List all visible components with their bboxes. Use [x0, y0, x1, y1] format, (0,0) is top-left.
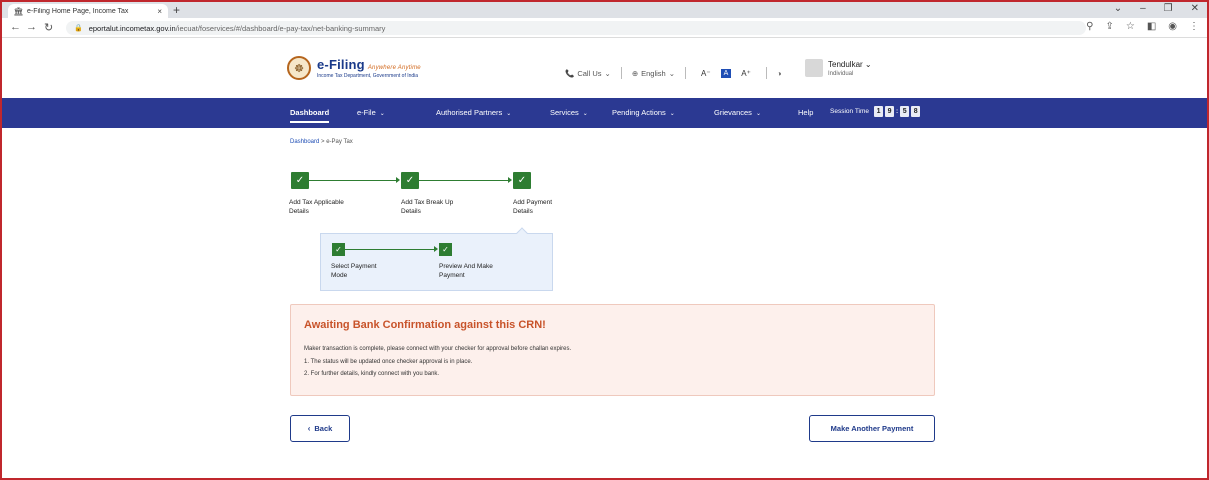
chevron-down-icon: ⌄	[668, 68, 676, 78]
url-host: eportalut.incometax.gov.in	[88, 23, 176, 33]
chevron-down-icon: ⌄	[755, 111, 761, 117]
arrow-icon	[396, 177, 400, 183]
chevron-down-icon: ⌄	[379, 111, 385, 117]
chevron-down-icon: ⌄	[506, 111, 512, 117]
back-button[interactable]: ‹ Back	[290, 415, 350, 442]
substep-label: Preview And Make Payment	[439, 263, 493, 279]
alert-point: 1. The status will be updated once check…	[304, 359, 473, 365]
nav-services[interactable]: Services ⌄	[550, 108, 588, 117]
alert-title: Awaiting Bank Confirmation against this …	[304, 319, 546, 331]
call-us-button[interactable]: 📞 Call Us ⌄	[565, 69, 611, 78]
session-digit: 8	[911, 106, 921, 117]
font-decrease-button[interactable]: A⁻	[701, 69, 711, 78]
call-us-label: Call Us	[577, 68, 602, 78]
make-another-payment-button[interactable]: Make Another Payment	[809, 415, 935, 442]
user-menu[interactable]: Tendulkar ⌄ Individual	[828, 60, 872, 77]
browser-tab[interactable]: 🏛 e-Filing Home Page, Income Tax ×	[8, 4, 168, 18]
chevron-down-icon: ⌄	[582, 111, 588, 117]
contrast-icon[interactable]: ◑	[777, 69, 782, 78]
nav-authorised-partners[interactable]: Authorised Partners ⌄	[436, 108, 511, 117]
session-digit: 9	[885, 106, 895, 117]
new-tab-button[interactable]: +	[173, 3, 180, 17]
font-normal-button[interactable]: A	[720, 68, 732, 78]
menu-icon[interactable]: ⋮	[1189, 21, 1199, 32]
restore-icon[interactable]: ❐	[1164, 3, 1173, 14]
chevron-down-icon: ⌄	[864, 60, 872, 69]
arrow-icon	[508, 177, 512, 183]
minimize-icon[interactable]: –	[1140, 3, 1146, 14]
url-input[interactable]: 🔒 eportalut.incometax.gov.in /iecuat/fos…	[66, 21, 1086, 35]
close-window-icon[interactable]: ✕	[1191, 3, 1199, 14]
back-icon[interactable]: ←	[10, 21, 21, 33]
address-bar: ← → ↻ 🔒 eportalut.incometax.gov.in /iecu…	[2, 18, 1207, 38]
tab-search-icon[interactable]: ⌄	[1114, 3, 1122, 14]
logo-tagline: Anywhere Anytime	[367, 65, 421, 71]
logo-main: e-Filing	[317, 57, 365, 72]
efiling-logo[interactable]: ☸ e-Filing Anywhere Anytime Income Tax De…	[287, 56, 421, 80]
step-complete-icon: ✓	[291, 172, 309, 189]
phone-icon: 📞	[565, 68, 575, 78]
tab-title: e-Filing Home Page, Income Tax	[27, 7, 129, 15]
chevron-down-icon: ⌄	[669, 111, 675, 117]
breadcrumb: Dashboard > e-Pay Tax	[290, 139, 353, 145]
language-label: English	[641, 68, 666, 78]
lock-icon[interactable]: 🔒	[74, 24, 83, 32]
profile-icon[interactable]: ◉	[1168, 21, 1177, 32]
zoom-icon[interactable]: ⚲	[1086, 21, 1093, 32]
session-digit: 5	[900, 106, 910, 117]
reload-icon[interactable]: ↻	[44, 21, 53, 34]
url-path: /iecuat/foservices/#/dashboard/e-pay-tax…	[175, 23, 386, 33]
step-label: Add Payment Details	[513, 199, 553, 215]
star-icon[interactable]: ☆	[1126, 21, 1135, 32]
step-label: Add Tax Applicable Details	[289, 199, 344, 215]
session-digit: 1	[874, 106, 884, 117]
nav-help[interactable]: Help	[798, 108, 813, 117]
breadcrumb-dashboard[interactable]: Dashboard	[290, 139, 319, 145]
globe-icon: ⊕	[631, 68, 639, 78]
step-connector	[419, 180, 509, 181]
forward-icon[interactable]: →	[26, 21, 37, 33]
site-header: ☸ e-Filing Anywhere Anytime Income Tax De…	[2, 38, 1207, 98]
step-complete-icon: ✓	[439, 243, 452, 256]
tab-bar: 🏛 e-Filing Home Page, Income Tax × + ⌄ –…	[2, 2, 1207, 18]
breadcrumb-separator: >	[321, 139, 325, 145]
nav-efile[interactable]: e-File ⌄	[357, 108, 385, 117]
header-tools: 📞 Call Us ⌄ ⊕ English ⌄ A⁻ A A⁺ ◑	[565, 67, 781, 79]
progress-stepper: ✓ ✓ ✓ Add Tax Applicable Details Add Tax …	[289, 172, 589, 222]
breadcrumb-current: e-Pay Tax	[326, 139, 353, 145]
step-complete-icon: ✓	[513, 172, 531, 189]
sidepanel-icon[interactable]: ◧	[1147, 21, 1156, 32]
chevron-left-icon: ‹	[307, 424, 311, 433]
user-role: Individual	[828, 71, 854, 77]
alert-message: Maker transaction is complete, please co…	[304, 346, 572, 352]
substep-label: Select Payment Mode	[331, 263, 377, 279]
font-increase-button[interactable]: A⁺	[741, 69, 751, 78]
step-complete-icon: ✓	[332, 243, 345, 256]
step-connector	[345, 249, 435, 250]
nav-grievances[interactable]: Grievances ⌄	[714, 108, 761, 117]
session-colon: :	[896, 108, 899, 115]
step-complete-icon: ✓	[401, 172, 419, 189]
browser-window: 🏛 e-Filing Home Page, Income Tax × + ⌄ –…	[0, 0, 1209, 480]
language-select[interactable]: ⊕ English ⌄	[632, 69, 675, 78]
step-connector	[309, 180, 397, 181]
bank-confirmation-alert: Awaiting Bank Confirmation against this …	[290, 304, 935, 396]
arrow-icon	[434, 246, 438, 252]
substep-panel: ✓ ✓ Select Payment Mode Preview And Make P…	[320, 227, 553, 291]
share-icon[interactable]: ⇪	[1105, 21, 1113, 32]
avatar[interactable]	[805, 59, 823, 77]
main-nav: Dashboard e-File ⌄ Authorised Partners ⌄ S…	[2, 98, 1207, 128]
emblem-icon: ☸	[287, 56, 311, 80]
session-label: Session Time	[830, 108, 870, 115]
site-favicon-icon: 🏛	[13, 6, 24, 16]
step-label: Add Tax Break Up Details	[401, 199, 454, 215]
user-name: Tendulkar	[828, 60, 863, 69]
close-tab-icon[interactable]: ×	[157, 7, 162, 16]
nav-pending-actions[interactable]: Pending Actions ⌄	[612, 108, 675, 117]
alert-point: 2. For further details, kindly connect w…	[304, 371, 440, 377]
nav-dashboard[interactable]: Dashboard	[290, 108, 330, 123]
chevron-down-icon: ⌄	[604, 68, 611, 78]
logo-sub: Income Tax Department, Government of Ind…	[317, 73, 419, 79]
session-timer: Session Time 1 9 : 5 8	[830, 106, 921, 117]
